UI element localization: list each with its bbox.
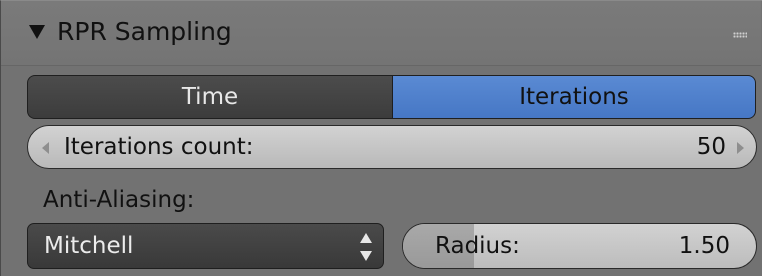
collapse-triangle-icon[interactable]	[29, 25, 45, 39]
time-mode-label: Time	[181, 84, 239, 110]
increment-arrow-icon[interactable]	[737, 142, 744, 154]
decrement-arrow-icon[interactable]	[42, 142, 49, 154]
up-down-arrows-icon	[359, 233, 373, 261]
anti-aliasing-label: Anti-Aliasing:	[43, 187, 195, 213]
rpr-sampling-panel: RPR Sampling Time Iterations Iterations …	[0, 0, 762, 276]
radius-value: 1.50	[678, 233, 730, 259]
filter-type-value: Mitchell	[44, 233, 134, 259]
iterations-mode-label: Iterations	[519, 84, 629, 110]
iterations-count-field[interactable]: Iterations count: 50	[27, 125, 757, 169]
radius-label: Radius:	[435, 233, 520, 259]
iterations-count-value: 50	[696, 134, 726, 160]
iterations-count-label: Iterations count:	[64, 134, 254, 160]
filter-type-dropdown[interactable]: Mitchell	[27, 223, 384, 269]
time-mode-button[interactable]: Time	[27, 75, 392, 119]
drag-grip-icon[interactable]	[733, 32, 747, 38]
panel-header[interactable]: RPR Sampling	[1, 1, 761, 66]
iterations-mode-button[interactable]: Iterations	[392, 75, 756, 119]
radius-slider[interactable]: Radius: 1.50	[402, 223, 757, 269]
panel-title: RPR Sampling	[57, 17, 232, 46]
